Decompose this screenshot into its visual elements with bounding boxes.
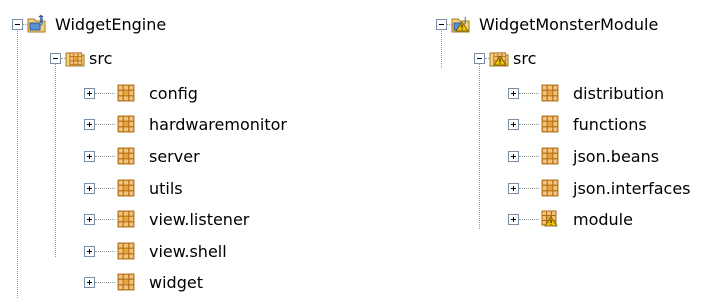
package-row[interactable]: utils: [0, 176, 340, 200]
package-row[interactable]: json.beans: [420, 144, 711, 168]
project-label: WidgetMonsterModule: [479, 15, 659, 34]
right-project-tree: J WidgetMonsterModule src distribution f…: [420, 0, 711, 298]
package-icon: [117, 242, 135, 260]
package-label: config: [149, 84, 198, 103]
source-folder-warning-icon: [489, 52, 509, 67]
package-icon: [541, 147, 559, 165]
package-row[interactable]: distribution: [420, 81, 711, 105]
package-row[interactable]: config: [0, 81, 340, 105]
package-icon: [117, 115, 135, 133]
package-row[interactable]: view.shell: [0, 239, 340, 263]
package-label: json.interfaces: [573, 179, 691, 198]
expand-toggle[interactable]: [508, 119, 519, 130]
package-label: view.listener: [149, 210, 250, 229]
package-row[interactable]: server: [0, 144, 340, 168]
package-label: server: [149, 147, 200, 166]
tree-connector: [95, 156, 115, 157]
collapse-toggle[interactable]: [474, 53, 485, 64]
expand-toggle[interactable]: [84, 246, 95, 257]
package-row[interactable]: hardwaremonitor: [0, 112, 340, 136]
package-icon: [117, 84, 135, 102]
package-row[interactable]: widget: [0, 270, 340, 294]
expand-toggle[interactable]: [84, 214, 95, 225]
tree-connector: [519, 93, 539, 94]
expand-toggle[interactable]: [84, 119, 95, 130]
expand-toggle[interactable]: [508, 88, 519, 99]
tree-connector: [519, 156, 539, 157]
project-row-widgetengine[interactable]: J WidgetEngine: [0, 12, 340, 36]
expand-toggle[interactable]: [84, 277, 95, 288]
package-row[interactable]: view.listener: [0, 207, 340, 231]
package-label: view.shell: [149, 242, 227, 261]
package-warning-icon: [541, 210, 558, 227]
package-icon: [117, 210, 135, 228]
package-label: distribution: [573, 84, 665, 103]
collapse-toggle[interactable]: [12, 19, 23, 30]
java-project-warning-icon: J: [451, 16, 470, 33]
java-project-icon: J: [27, 15, 46, 33]
expand-toggle[interactable]: [508, 214, 519, 225]
project-label: WidgetEngine: [55, 15, 167, 34]
package-row[interactable]: functions: [420, 112, 711, 136]
tree-connector: [95, 124, 115, 125]
collapse-toggle[interactable]: [436, 19, 447, 30]
expand-toggle[interactable]: [84, 183, 95, 194]
collapse-toggle[interactable]: [50, 53, 61, 64]
source-folder-icon: [65, 52, 85, 67]
tree-connector: [95, 282, 115, 283]
package-icon: [541, 84, 559, 102]
src-folder-row[interactable]: src: [0, 46, 340, 70]
src-folder-row[interactable]: src: [420, 46, 711, 70]
left-project-tree: J WidgetEngine src config hardwaremonito…: [0, 0, 340, 298]
expand-toggle[interactable]: [84, 88, 95, 99]
package-row[interactable]: json.interfaces: [420, 176, 711, 200]
package-icon: [117, 273, 135, 291]
src-label: src: [513, 49, 537, 68]
tree-connector: [95, 251, 115, 252]
tree-connector: [519, 188, 539, 189]
expand-toggle[interactable]: [508, 151, 519, 162]
tree-connector: [95, 188, 115, 189]
package-icon: [117, 179, 135, 197]
package-label: functions: [573, 115, 647, 134]
tree-connector: [95, 219, 115, 220]
package-label: module: [573, 210, 633, 229]
expand-toggle[interactable]: [508, 183, 519, 194]
package-icon: [541, 179, 559, 197]
package-icon: [117, 147, 135, 165]
svg-text:J: J: [40, 17, 43, 26]
tree-connector: [519, 219, 539, 220]
package-label: json.beans: [573, 147, 660, 166]
src-label: src: [89, 49, 113, 68]
tree-connector: [95, 93, 115, 94]
expand-toggle[interactable]: [84, 151, 95, 162]
package-label: widget: [149, 273, 203, 292]
package-label: hardwaremonitor: [149, 115, 287, 134]
package-icon: [541, 115, 559, 133]
package-label: utils: [149, 179, 183, 198]
tree-connector: [519, 124, 539, 125]
package-row[interactable]: module: [420, 207, 711, 231]
project-row-widgetmonstermodule[interactable]: J WidgetMonsterModule: [420, 12, 711, 36]
